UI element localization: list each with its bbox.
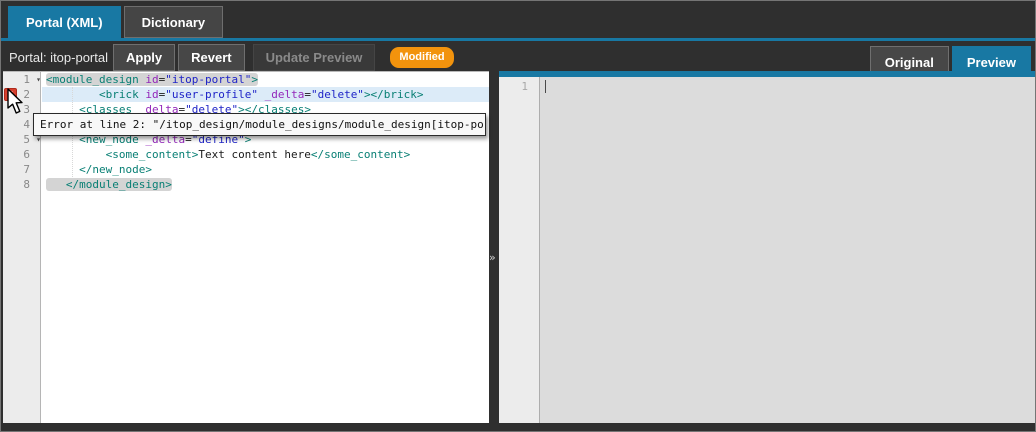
modified-status-badge: Modified — [390, 47, 453, 68]
apply-button[interactable]: Apply — [113, 44, 175, 71]
line-number: 4 — [23, 117, 30, 132]
xml-designer-window: Portal (XML) Dictionary Portal: itop-por… — [0, 0, 1036, 432]
syntax-tag: > — [251, 73, 258, 86]
matching-tag-highlight: </module_design> — [46, 178, 172, 191]
line-number-cell: 6 — [3, 147, 42, 162]
preview-pane-accent-bar — [499, 71, 1035, 77]
preview-line-number: 1 — [521, 79, 528, 94]
code-line[interactable]: 6 <some_content>Text content here</some_… — [3, 147, 489, 162]
preview-pane[interactable]: 1 — [499, 71, 1035, 423]
syntax-str: "delete" — [311, 88, 364, 101]
syntax-tag: <some_content> — [106, 148, 199, 161]
syntax-tag: </some_content> — [311, 148, 410, 161]
code-line[interactable]: 7 </new_node> — [3, 162, 489, 177]
tab-underline — [1, 38, 1035, 41]
code-line-content[interactable]: <some_content>Text content here</some_co… — [42, 147, 489, 162]
syntax-str: "user-profile" — [165, 88, 258, 101]
preview-text-caret — [545, 80, 546, 93]
preview-gutter: 1 — [499, 77, 540, 423]
syntax-tag: </new_node> — [79, 163, 152, 176]
line-number-cell: ✕2 — [3, 87, 42, 102]
syntax-tag: ></brick> — [364, 88, 424, 101]
line-number-cell: 7 — [3, 162, 42, 177]
line-number: 8 — [23, 177, 30, 192]
line-number-cell: 8 — [3, 177, 42, 192]
syntax-tag: <brick — [99, 88, 139, 101]
syntax-txt: = — [304, 88, 311, 101]
code-line-content[interactable]: </module_design> — [42, 177, 489, 192]
line-number: 3 — [23, 102, 30, 117]
revert-button[interactable]: Revert — [178, 44, 244, 71]
code-line-content[interactable]: </new_node> — [42, 162, 489, 177]
syntax-attr: _delta — [265, 88, 305, 101]
line-number: 6 — [23, 147, 30, 162]
syntax-txt — [258, 88, 265, 101]
code-line-content[interactable]: <brick id="user-profile" _delta="delete"… — [42, 87, 489, 102]
tab-bar: Portal (XML) Dictionary — [8, 6, 223, 38]
code-line[interactable]: ✕2 <brick id="user-profile" _delta="dele… — [3, 87, 489, 102]
pane-splitter-handle[interactable]: » — [489, 251, 494, 264]
syntax-tag: <module_design — [46, 73, 139, 86]
line-number: 5 — [23, 132, 30, 147]
line-number: 7 — [23, 162, 30, 177]
line-number: 1 — [23, 72, 30, 87]
syntax-attr: id — [145, 88, 158, 101]
error-marker-icon[interactable]: ✕ — [4, 88, 17, 101]
syntax-txt: Text content here — [198, 148, 311, 161]
code-line[interactable]: 1▾<module_design id="itop-portal"> — [3, 72, 489, 87]
syntax-attr: id — [145, 73, 158, 86]
fold-arrow-icon[interactable]: ▾ — [36, 72, 41, 87]
tab-dictionary[interactable]: Dictionary — [124, 6, 224, 38]
toolbar: Portal: itop-portal Apply Revert Update … — [9, 43, 454, 71]
tab-portal-xml[interactable]: Portal (XML) — [8, 6, 121, 38]
code-line[interactable]: 8 </module_design> — [3, 177, 489, 192]
syntax-str: "itop-portal" — [165, 73, 251, 86]
line-number-cell: 1▾ — [3, 72, 42, 87]
line-number: 2 — [23, 87, 30, 102]
error-tooltip: Error at line 2: "/itop_design/module_de… — [33, 113, 486, 136]
code-line-content[interactable]: <module_design id="itop-portal"> — [42, 72, 489, 87]
update-preview-button: Update Preview — [253, 44, 376, 71]
syntax-tag: </module_design> — [66, 178, 172, 191]
matching-tag-highlight: <module_design id="itop-portal"> — [46, 73, 258, 86]
portal-name-label: Portal: itop-portal — [9, 50, 108, 65]
